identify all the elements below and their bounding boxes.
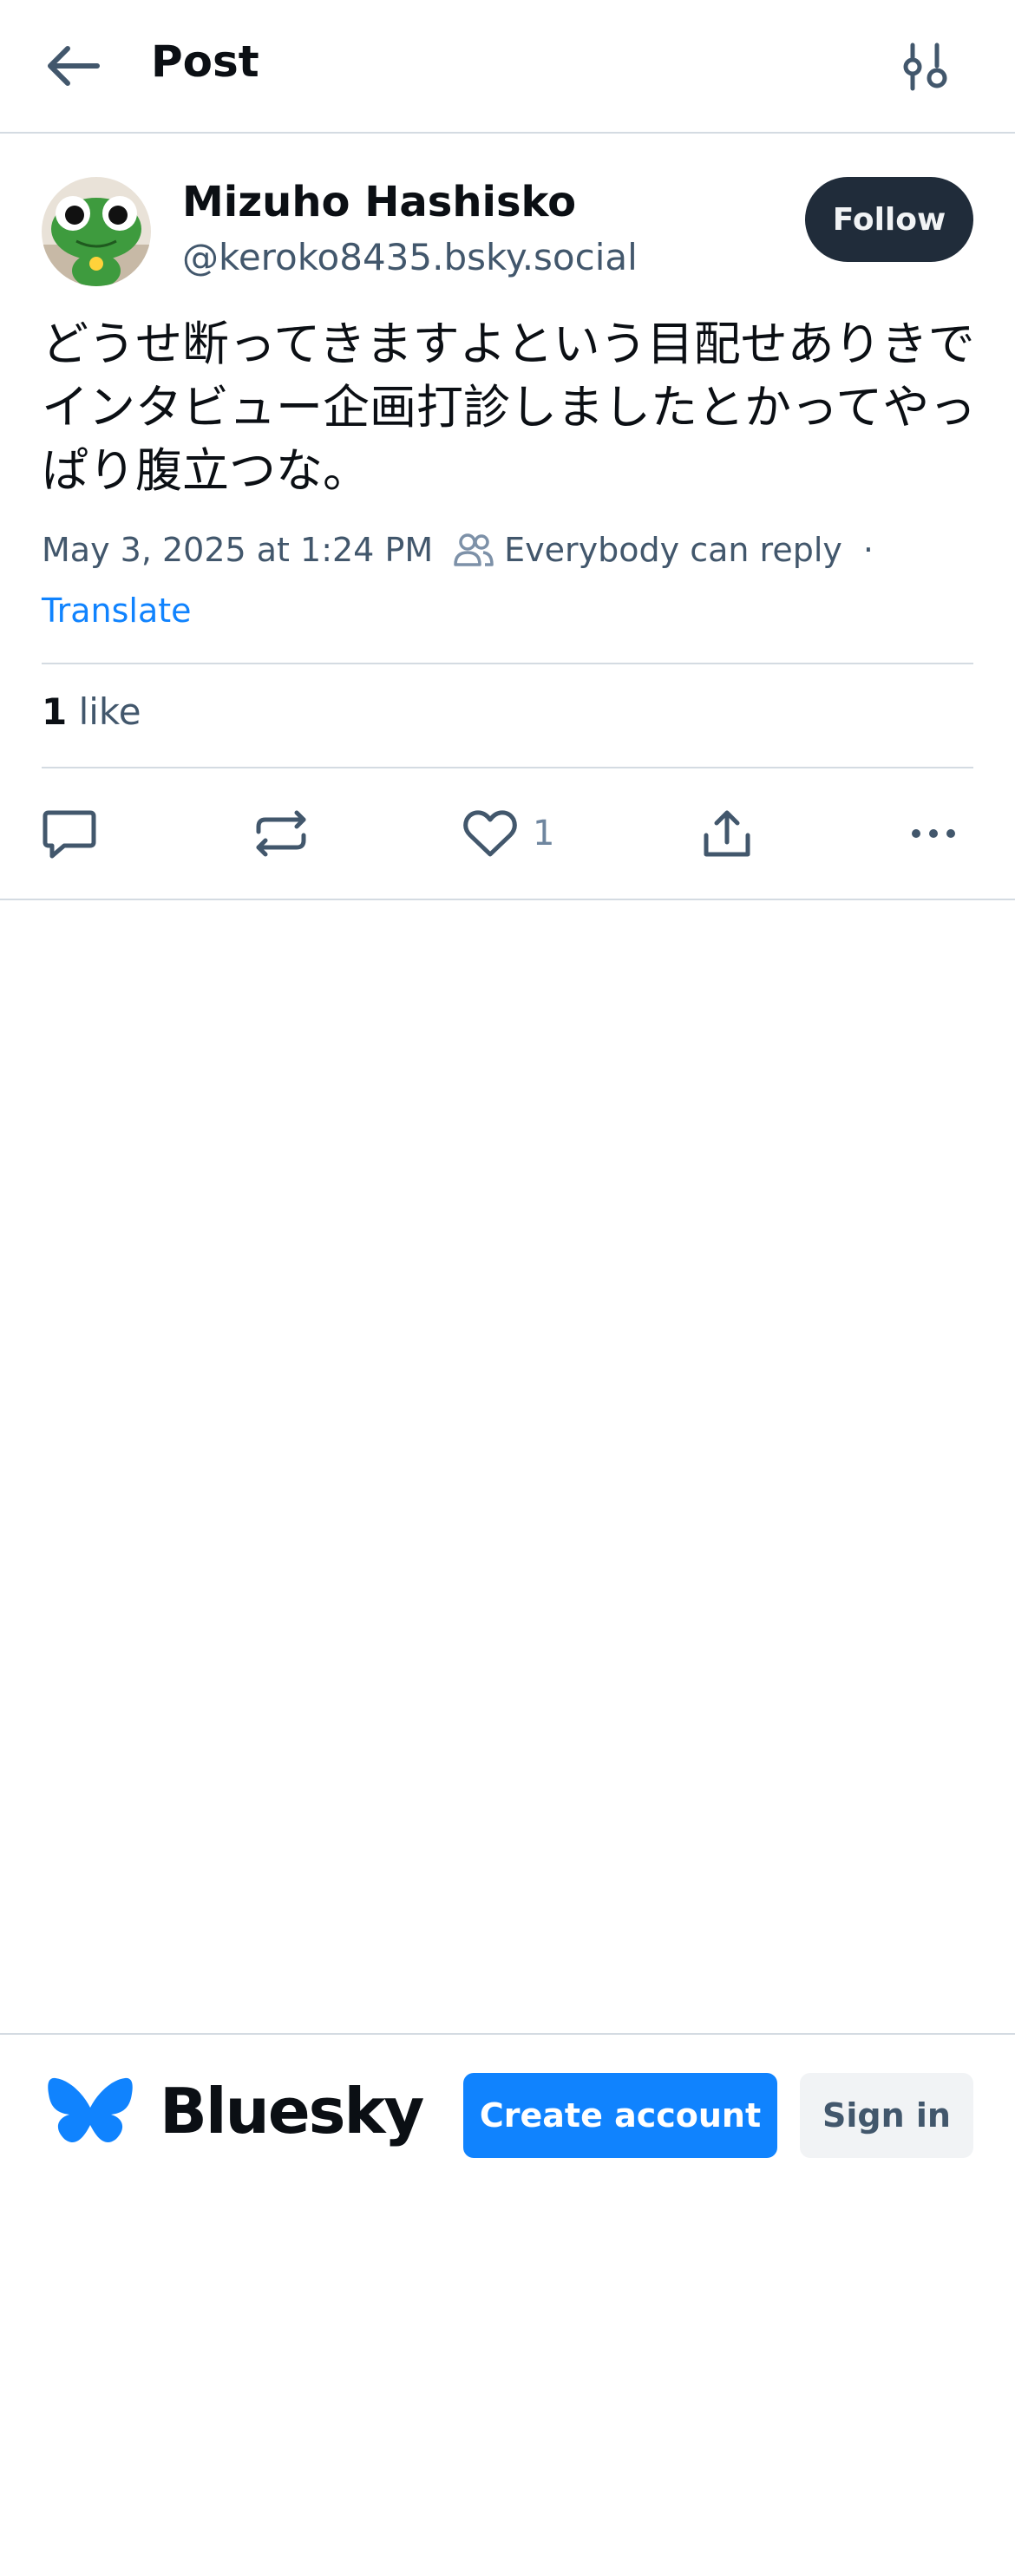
brand-name: Bluesky (160, 2075, 424, 2148)
repost-button[interactable] (253, 805, 309, 862)
like-stats[interactable]: 1 like (42, 690, 141, 733)
meta-separator: · (862, 531, 874, 569)
like-count: 1 (533, 814, 555, 853)
share-button[interactable] (701, 805, 753, 862)
divider (0, 899, 1015, 900)
post-text: どうせ断ってきますよという目配せありきでインタビュー企画打診しましたとかってやっ… (42, 317, 977, 498)
divider (0, 2033, 1015, 2035)
avatar[interactable] (42, 177, 151, 286)
follow-button[interactable]: Follow (805, 177, 973, 262)
more-icon (912, 829, 955, 838)
frog-character-avatar (42, 177, 151, 286)
post-timestamp[interactable]: May 3, 2025 at 1:24 PM (42, 531, 433, 569)
translate-link[interactable]: Translate (42, 592, 192, 630)
reply-setting[interactable]: Everybody can reply (504, 531, 842, 569)
like-button[interactable]: 1 (463, 805, 554, 862)
author-name[interactable]: Mizuho Hashisko (182, 178, 576, 226)
create-account-button[interactable]: Create account (463, 2073, 777, 2158)
butterfly-logo-icon (48, 2077, 133, 2143)
page-title: Post (151, 36, 259, 87)
divider (42, 767, 973, 768)
heart-icon (463, 810, 517, 857)
people-icon (454, 533, 494, 566)
reply-button[interactable] (42, 805, 97, 862)
share-icon (704, 810, 750, 857)
more-options-button[interactable] (909, 805, 958, 862)
bluesky-logo (47, 2076, 134, 2153)
arrow-left-icon (48, 46, 100, 86)
thread-settings-button[interactable] (902, 42, 963, 94)
sliders-icon (903, 42, 947, 91)
like-count: 1 (42, 690, 68, 733)
divider (42, 663, 973, 664)
reply-icon (43, 810, 96, 859)
sign-in-button[interactable]: Sign in (800, 2073, 973, 2158)
post-meta: May 3, 2025 at 1:24 PM Everybody can rep… (42, 531, 979, 569)
like-label: like (78, 690, 141, 733)
back-button[interactable] (43, 38, 113, 94)
author-handle[interactable]: @keroko8435.bsky.social (182, 236, 638, 278)
top-bar: Post (0, 0, 1015, 134)
repost-icon (256, 810, 306, 857)
